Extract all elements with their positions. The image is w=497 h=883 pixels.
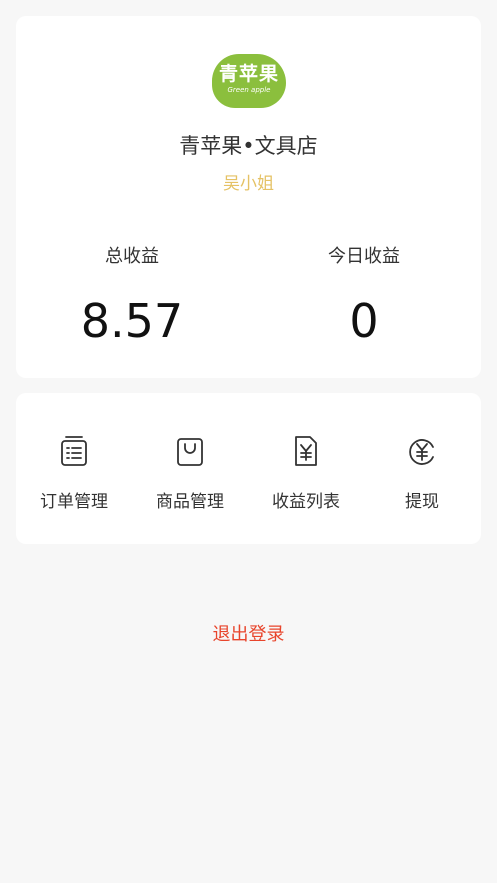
total-earnings-stat: 总收益 8.57 xyxy=(16,242,248,350)
shop-logo: 青苹果 Green apple xyxy=(212,54,286,108)
logo-text: 青苹果 xyxy=(218,63,279,85)
total-earnings-label: 总收益 xyxy=(105,246,159,267)
menu-label-withdraw: 提现 xyxy=(405,492,439,512)
order-list-icon xyxy=(61,436,87,466)
withdraw-yen-icon xyxy=(409,439,434,465)
total-earnings-value: 8.57 xyxy=(80,294,184,348)
logo-subtext: Green apple xyxy=(227,86,271,94)
shopping-bag-icon xyxy=(177,438,203,466)
menu-card: 订单管理 商品管理 收益列表 提现 xyxy=(16,393,481,544)
menu-label-orders: 订单管理 xyxy=(40,492,108,512)
today-earnings-value: 0 xyxy=(349,294,379,348)
menu-item-orders[interactable]: 订单管理 xyxy=(16,433,132,512)
menu-label-products: 商品管理 xyxy=(156,492,224,512)
menu-label-earnings-list: 收益列表 xyxy=(272,492,340,512)
menu-item-earnings-list[interactable]: 收益列表 xyxy=(248,433,364,512)
profile-card: 青苹果 Green apple 青苹果•文具店 吴小姐 总收益 8.57 今日收… xyxy=(16,16,481,378)
owner-name: 吴小姐 xyxy=(223,174,274,194)
earnings-document-icon xyxy=(295,436,317,466)
menu-item-products[interactable]: 商品管理 xyxy=(132,433,248,512)
today-earnings-label: 今日收益 xyxy=(328,246,400,267)
menu-item-withdraw[interactable]: 提现 xyxy=(364,433,480,512)
shop-name: 青苹果•文具店 xyxy=(179,134,318,158)
today-earnings-stat: 今日收益 0 xyxy=(248,242,480,350)
logout-button[interactable]: 退出登录 xyxy=(0,620,497,646)
